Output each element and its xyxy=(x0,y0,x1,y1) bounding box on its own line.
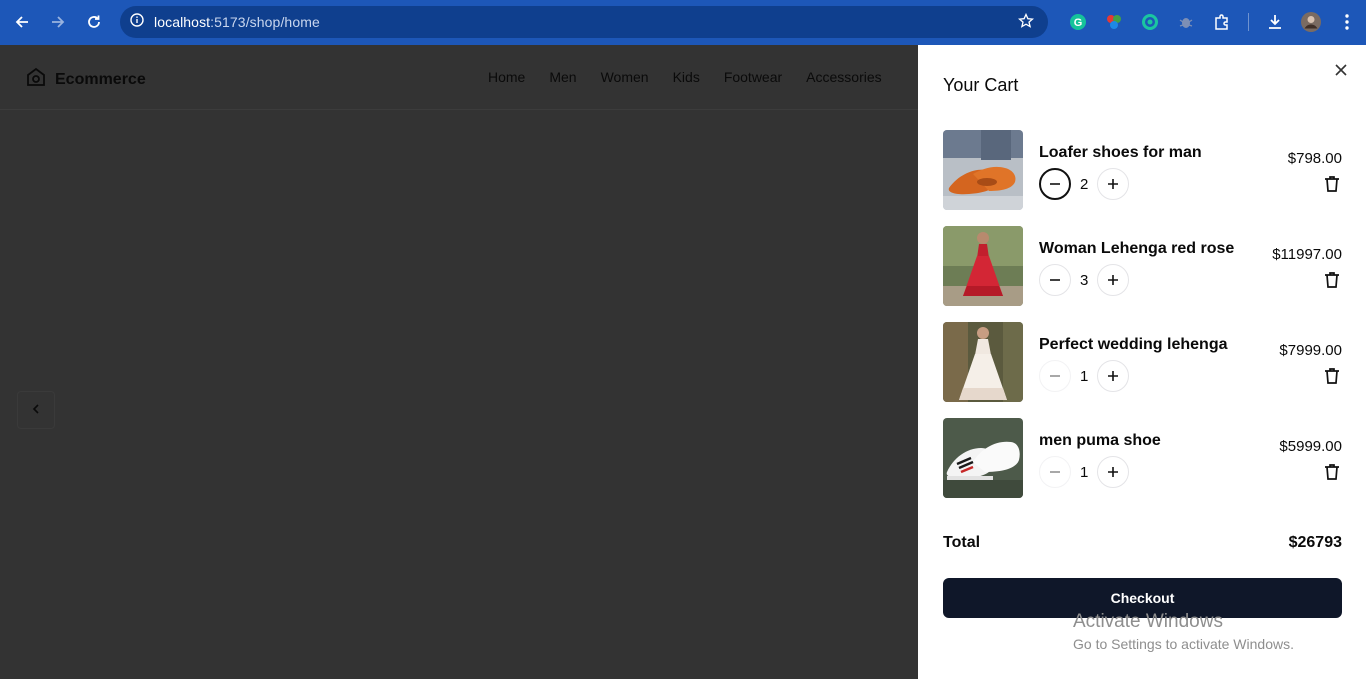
increase-quantity-button[interactable] xyxy=(1097,360,1130,392)
close-icon[interactable] xyxy=(1332,61,1350,79)
decrease-quantity-button[interactable] xyxy=(1039,456,1071,488)
cart-item-price: $7999.00 xyxy=(1279,342,1342,359)
quantity-value: 3 xyxy=(1080,271,1089,289)
trash-icon[interactable] xyxy=(1322,366,1342,386)
cart-item: Woman Lehenga red rose 3 $11997.00 xyxy=(943,226,1342,306)
toolbar-separator xyxy=(1248,13,1249,31)
cart-item: Perfect wedding lehenga 1 $7999.00 xyxy=(943,322,1342,402)
decrease-quantity-button[interactable] xyxy=(1039,168,1071,200)
increase-quantity-button[interactable] xyxy=(1097,456,1130,488)
decrease-quantity-button[interactable] xyxy=(1039,360,1071,392)
watermark-line-1: Activate Windows xyxy=(1073,611,1223,632)
watermark-line-2: Go to Settings to activate Windows. xyxy=(1073,636,1294,652)
quantity-stepper: 1 xyxy=(1039,456,1130,488)
address-bar[interactable]: localhost:5173/shop/home xyxy=(120,6,1048,38)
reload-icon[interactable] xyxy=(76,4,112,40)
chevron-left-icon xyxy=(31,401,41,419)
nav-men[interactable]: Men xyxy=(549,69,576,85)
cart-item-price: $11997.00 xyxy=(1272,246,1342,263)
quantity-value: 1 xyxy=(1080,463,1089,481)
color-picker-extension-icon[interactable] xyxy=(1096,6,1132,38)
cart-item-title: Loafer shoes for man xyxy=(1039,144,1202,161)
extensions-area: G xyxy=(1060,6,1365,38)
forward-arrow-icon[interactable] xyxy=(40,4,76,40)
cart-item: men puma shoe 1 $5999.00 xyxy=(943,418,1342,498)
cart-item-title: men puma shoe xyxy=(1039,432,1161,449)
quantity-value: 2 xyxy=(1080,175,1089,193)
cart-title: Your Cart xyxy=(943,75,1019,95)
browser-toolbar: localhost:5173/shop/home G xyxy=(0,0,1366,45)
decrease-quantity-button[interactable] xyxy=(1039,264,1071,296)
nav-home[interactable]: Home xyxy=(488,69,525,85)
nav-footwear[interactable]: Footwear xyxy=(724,69,782,85)
nav-accessories[interactable]: Accessories xyxy=(806,69,881,85)
trash-icon[interactable] xyxy=(1322,270,1342,290)
product-image-wedding-lehenga xyxy=(943,322,1023,402)
cart-sheet: Your Cart Loafer shoes for man 2 $798.00… xyxy=(918,45,1366,679)
house-icon xyxy=(25,66,47,93)
brand-name: Ecommerce xyxy=(55,70,146,88)
windows-activation-watermark: Activate Windows Go to Settings to activ… xyxy=(1073,611,1294,652)
browser-menu-icon[interactable] xyxy=(1329,6,1365,38)
quantity-value: 1 xyxy=(1080,367,1089,385)
trash-icon[interactable] xyxy=(1322,174,1342,194)
target-extension-icon[interactable] xyxy=(1132,6,1168,38)
download-icon[interactable] xyxy=(1257,6,1293,38)
puzzle-extensions-icon[interactable] xyxy=(1204,6,1240,38)
product-image-loafer xyxy=(943,130,1023,210)
nav-kids[interactable]: Kids xyxy=(673,69,700,85)
increase-quantity-button[interactable] xyxy=(1097,264,1130,296)
svg-text:G: G xyxy=(1074,17,1083,29)
increase-quantity-button[interactable] xyxy=(1097,168,1130,200)
cart-total-value: $26793 xyxy=(1288,534,1342,551)
product-image-red-lehenga xyxy=(943,226,1023,306)
quantity-stepper: 3 xyxy=(1039,264,1130,296)
bug-extension-icon[interactable] xyxy=(1168,6,1204,38)
cart-total-label: Total xyxy=(943,534,981,551)
main-navigation: Home Men Women Kids Footwear Accessories xyxy=(488,69,882,85)
product-image-puma-shoe xyxy=(943,418,1023,498)
cart-item-price: $5999.00 xyxy=(1279,438,1342,455)
cart-item-title: Perfect wedding lehenga xyxy=(1039,336,1228,353)
brand-logo[interactable]: Ecommerce xyxy=(25,66,146,93)
cart-item: Loafer shoes for man 2 $798.00 xyxy=(943,130,1342,210)
bookmark-star-icon[interactable] xyxy=(1017,12,1035,34)
carousel-prev-button[interactable] xyxy=(17,391,55,429)
grammarly-extension-icon[interactable]: G xyxy=(1060,6,1096,38)
trash-icon[interactable] xyxy=(1322,462,1342,482)
site-info-icon[interactable] xyxy=(130,12,144,32)
profile-avatar[interactable] xyxy=(1293,6,1329,38)
back-arrow-icon[interactable] xyxy=(4,4,40,40)
quantity-stepper: 2 xyxy=(1039,168,1130,200)
url-text: localhost:5173/shop/home xyxy=(154,14,320,30)
nav-women[interactable]: Women xyxy=(601,69,649,85)
site-header: Ecommerce Home Men Women Kids Footwear A… xyxy=(0,45,918,110)
quantity-stepper: 1 xyxy=(1039,360,1130,392)
cart-item-title: Woman Lehenga red rose xyxy=(1039,240,1235,257)
cart-item-price: $798.00 xyxy=(1287,150,1342,167)
